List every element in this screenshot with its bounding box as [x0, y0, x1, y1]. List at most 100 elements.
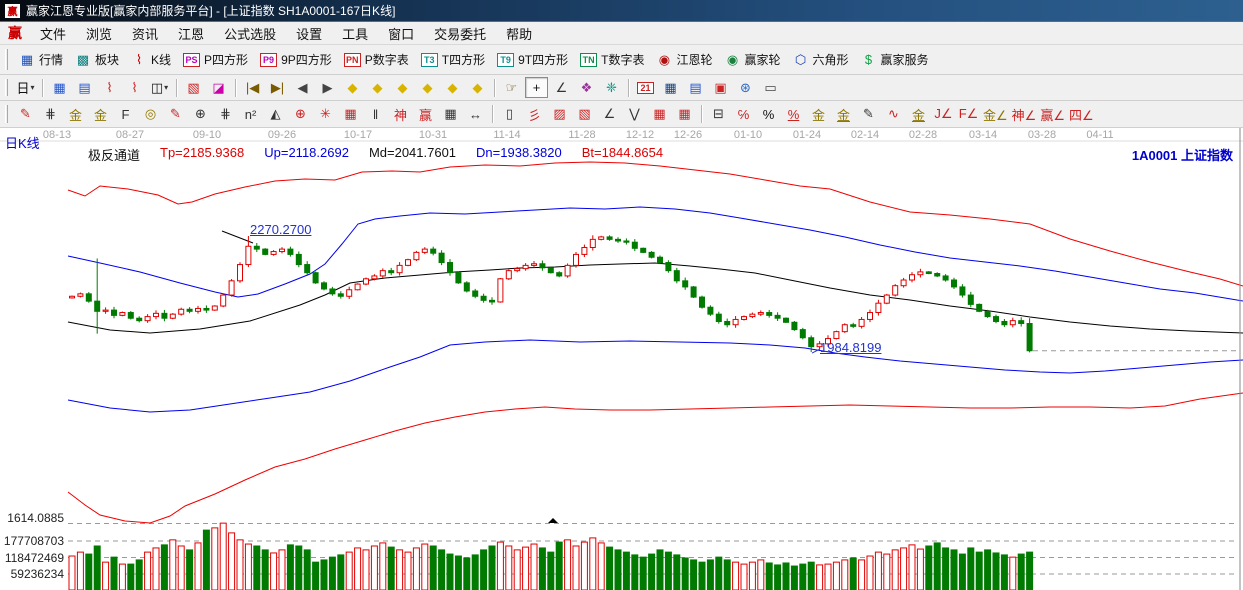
- menu-item-0[interactable]: 文件: [30, 24, 76, 43]
- hand-tool-button[interactable]: ☞: [500, 77, 523, 98]
- box-tool-button[interactable]: ▯: [498, 104, 521, 125]
- menu-item-4[interactable]: 公式选股: [214, 24, 286, 43]
- menu-item-5[interactable]: 设置: [286, 24, 332, 43]
- quotes-button[interactable]: ▦ 行情: [13, 45, 69, 74]
- percent-button[interactable]: %: [757, 104, 780, 125]
- last-page-button[interactable]: ▶|: [266, 77, 289, 98]
- next-bar-button[interactable]: ▶: [316, 77, 339, 98]
- si-angle-button[interactable]: 四∠: [1068, 104, 1095, 125]
- t-number-table-button[interactable]: TN T数字表: [574, 45, 650, 74]
- red-grid-2-button[interactable]: ▦: [673, 104, 696, 125]
- fan-box-button[interactable]: ▨: [548, 104, 571, 125]
- candle-body: [329, 288, 336, 295]
- pen-grid-button[interactable]: ✎: [164, 104, 187, 125]
- bars-percent-button[interactable]: ⊟: [707, 104, 730, 125]
- crosshair-tool-button[interactable]: +: [525, 77, 548, 98]
- info-panel-button[interactable]: ▤: [73, 77, 96, 98]
- golden-section-button[interactable]: 金: [64, 104, 87, 125]
- menu-item-3[interactable]: 江恩: [168, 24, 214, 43]
- p-square-button[interactable]: PS P四方形: [177, 45, 254, 74]
- shift-left-button[interactable]: ◆: [341, 77, 364, 98]
- tool-teal-button[interactable]: ❈: [600, 77, 623, 98]
- width-arrows-button[interactable]: ↔: [464, 104, 487, 125]
- gold-underline-button[interactable]: 金: [907, 104, 930, 125]
- kline-chart-canvas[interactable]: [0, 128, 1243, 590]
- percent-line-button[interactable]: %: [782, 104, 805, 125]
- winner-service-button[interactable]: $ 赢家服务: [855, 45, 935, 74]
- cycle-circle-button[interactable]: ⊕: [189, 104, 212, 125]
- spiral-button[interactable]: ◎: [139, 104, 162, 125]
- ying-angle-button[interactable]: 赢∠: [1039, 104, 1066, 125]
- fan-lines-button[interactable]: 彡: [523, 104, 546, 125]
- gann-wheel-button[interactable]: ◉ 江恩轮: [650, 45, 718, 74]
- target-circle-button[interactable]: ⊕: [289, 104, 312, 125]
- menu-item-2[interactable]: 资讯: [122, 24, 168, 43]
- menu-item-9[interactable]: 帮助: [496, 24, 542, 43]
- gold-angle-button[interactable]: 金∠: [982, 104, 1009, 125]
- menu-item-1[interactable]: 浏览: [76, 24, 122, 43]
- sectors-button[interactable]: ▩ 板块: [69, 45, 125, 74]
- menu-item-8[interactable]: 交易委托: [424, 24, 496, 43]
- 9t-square-button[interactable]: T9 9T四方形: [491, 45, 574, 74]
- kline-button[interactable]: ⌇ K线: [125, 45, 177, 74]
- mirror-angle-button[interactable]: ◭: [264, 104, 287, 125]
- shen-tool-button[interactable]: 神: [389, 104, 412, 125]
- kline-small-9-button[interactable]: ⌇: [123, 77, 146, 98]
- grid-123-button[interactable]: ▦: [439, 104, 462, 125]
- menu-item-7[interactable]: 窗口: [378, 24, 424, 43]
- grid-lines-button[interactable]: ⋕: [39, 104, 62, 125]
- prev-bar-button[interactable]: ◀: [291, 77, 314, 98]
- expand-v-button[interactable]: ◆: [441, 77, 464, 98]
- golden-section-2-button[interactable]: 金: [89, 104, 112, 125]
- chart-frame-button[interactable]: ▦: [48, 77, 71, 98]
- calendar-button[interactable]: 21: [634, 77, 657, 98]
- calculator-button[interactable]: ▦: [659, 77, 682, 98]
- v-lines-button[interactable]: ⋁: [623, 104, 646, 125]
- volume-bar: [757, 559, 765, 590]
- fan-box-2-button[interactable]: ▧: [573, 104, 596, 125]
- winner-wheel-button[interactable]: ◉ 赢家轮: [718, 45, 786, 74]
- web-link-button[interactable]: ⊛: [734, 77, 757, 98]
- 9p-square-button[interactable]: P9 9P四方形: [254, 45, 338, 74]
- t-square-button[interactable]: T3 T四方形: [415, 45, 491, 74]
- angle-lines-button[interactable]: ∠: [598, 104, 621, 125]
- f-angle-button[interactable]: F∠: [957, 104, 980, 125]
- candle-body: [497, 278, 504, 303]
- print-button[interactable]: ▭: [759, 77, 782, 98]
- hexagon-button[interactable]: ⬡ 六角形: [787, 45, 855, 74]
- bars-grid-button[interactable]: ⋕: [214, 104, 237, 125]
- compress-h-button[interactable]: ◆: [416, 77, 439, 98]
- star-grid-button[interactable]: ✳: [314, 104, 337, 125]
- double-bars-button[interactable]: ‖: [364, 104, 387, 125]
- first-page-button[interactable]: |◀: [241, 77, 264, 98]
- j-angle-button[interactable]: J∠: [932, 104, 955, 125]
- ying-tool-button[interactable]: 赢: [414, 104, 437, 125]
- volume-bar: [580, 541, 588, 590]
- save-button[interactable]: ▣: [709, 77, 732, 98]
- compare-button[interactable]: ▧: [182, 77, 205, 98]
- candle-style-button[interactable]: ◫ ▾: [148, 77, 171, 98]
- menu-item-6[interactable]: 工具: [332, 24, 378, 43]
- angle-measure-button[interactable]: ∠: [550, 77, 573, 98]
- shift-right-button[interactable]: ◆: [366, 77, 389, 98]
- percent-box-button[interactable]: ℅: [732, 104, 755, 125]
- red-grid-button[interactable]: ▦: [648, 104, 671, 125]
- box-grid-button[interactable]: ▦: [339, 104, 362, 125]
- period-day-button[interactable]: 日 ▾: [14, 77, 37, 98]
- gold-circle-button[interactable]: 金: [807, 104, 830, 125]
- f-lines-button[interactable]: F: [114, 104, 137, 125]
- notes-button[interactable]: ▤: [684, 77, 707, 98]
- shen-angle-button[interactable]: 神∠: [1011, 104, 1038, 125]
- wave-tool-button[interactable]: ∿: [882, 104, 905, 125]
- gold-line-button[interactable]: 金: [832, 104, 855, 125]
- pen-black-button[interactable]: ✎: [857, 104, 880, 125]
- p-number-table-button[interactable]: PN P数字表: [338, 45, 415, 74]
- title-bar[interactable]: 赢 赢家江恩专业版[赢家内部服务平台] - [上证指数 SH1A0001-167…: [0, 0, 1243, 22]
- tool-purple-button[interactable]: ❖: [575, 77, 598, 98]
- draw-pen-button[interactable]: ✎: [14, 104, 37, 125]
- color-chart-button[interactable]: ◪: [207, 77, 230, 98]
- compress-v-button[interactable]: ◆: [466, 77, 489, 98]
- n-square-button[interactable]: n²: [239, 104, 262, 125]
- expand-h-button[interactable]: ◆: [391, 77, 414, 98]
- kline-small-3-button[interactable]: ⌇: [98, 77, 121, 98]
